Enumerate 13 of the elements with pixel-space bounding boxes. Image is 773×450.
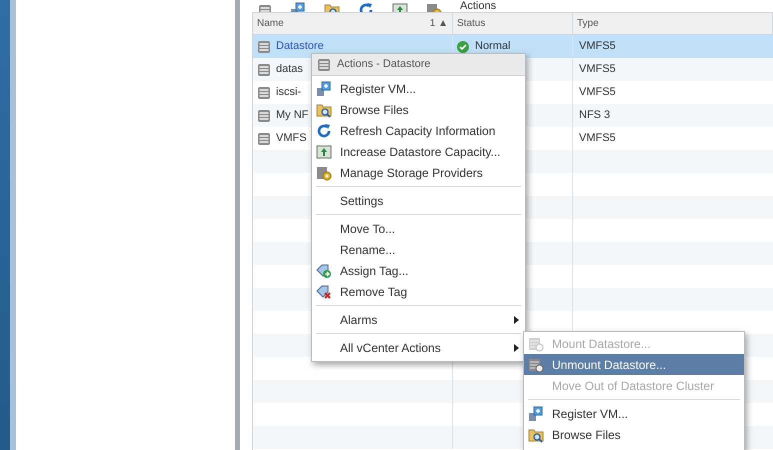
table-cell-text: datas: [276, 62, 303, 78]
table-cell-text: iscsi-: [276, 85, 302, 100]
menu-title: Actions - Datastore: [337, 57, 431, 72]
table-cell-text: Normal: [475, 39, 510, 54]
sort-indicator: 1 ▲: [430, 17, 448, 31]
table-cell-text: My NF: [276, 108, 308, 124]
table-cell-text: VMFS: [276, 131, 307, 146]
table-cell-text: VMFS5: [579, 85, 616, 100]
table-cell-text: VMFS5: [579, 62, 616, 78]
table-cell-text: NFS 3: [579, 108, 610, 124]
table-cell-text: Datastore: [276, 39, 324, 54]
table-cell-text: VMFS5: [579, 39, 616, 54]
table-cell-text: VMFS5: [579, 131, 616, 146]
